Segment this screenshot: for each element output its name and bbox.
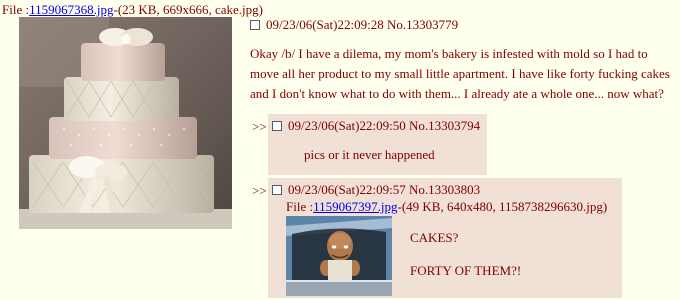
- op-file-prefix: File :: [2, 2, 30, 17]
- op-file-details: -(23 KB, 669x666, cake.jpg): [113, 2, 263, 17]
- reply-file-info: File :1159067397.jpg-(49 KB, 640x480, 11…: [286, 199, 607, 215]
- op-select-checkbox[interactable]: [250, 20, 260, 30]
- reply-arrows: >>: [252, 119, 267, 134]
- reply-message-line: FORTY OF THEM?!: [410, 263, 522, 278]
- reply-post: 09/23/06(Sat)22:09:50 No.13303794 pics o…: [268, 114, 487, 175]
- reply-file-details: -(49 KB, 640x480, 1158738296630.jpg): [397, 199, 608, 214]
- reply-thumbnail[interactable]: [286, 216, 392, 296]
- op-header: 09/23/06(Sat)22:09:28 No.13303779: [250, 17, 458, 33]
- reply-file-link[interactable]: 1159067397.jpg: [313, 199, 397, 214]
- op-file-link[interactable]: 1159067368.jpg: [29, 2, 113, 17]
- reply-message: pics or it never happened: [304, 147, 435, 162]
- op-file-info: File :1159067368.jpg-(23 KB, 669x666, ca…: [2, 2, 263, 18]
- cartoon-man-in-car-window-image: [286, 216, 392, 296]
- reply-file-prefix: File :: [286, 199, 314, 214]
- reply-header: 09/23/06(Sat)22:09:50 No.13303794: [272, 118, 480, 134]
- reply-post: 09/23/06(Sat)22:09:57 No.13303803 File :…: [268, 178, 622, 298]
- reply-post-number[interactable]: No.13303803: [409, 182, 480, 197]
- reply-select-checkbox[interactable]: [272, 185, 282, 195]
- op-post-number[interactable]: No.13303779: [387, 17, 458, 32]
- cake-image: [19, 17, 232, 229]
- op-thumbnail[interactable]: [19, 17, 232, 229]
- reply-arrows: >>: [252, 183, 267, 198]
- reply-select-checkbox[interactable]: [272, 121, 282, 131]
- reply-datetime: 09/23/06(Sat)22:09:57: [288, 182, 406, 197]
- reply-message-line: CAKES?: [410, 230, 459, 245]
- reply-header: 09/23/06(Sat)22:09:57 No.13303803: [272, 182, 480, 198]
- reply-datetime: 09/23/06(Sat)22:09:50: [288, 118, 406, 133]
- reply-post-number[interactable]: No.13303794: [409, 118, 480, 133]
- op-message: Okay /b/ I have a dilema, my mom's baker…: [250, 46, 670, 101]
- op-datetime: 09/23/06(Sat)22:09:28: [266, 17, 384, 32]
